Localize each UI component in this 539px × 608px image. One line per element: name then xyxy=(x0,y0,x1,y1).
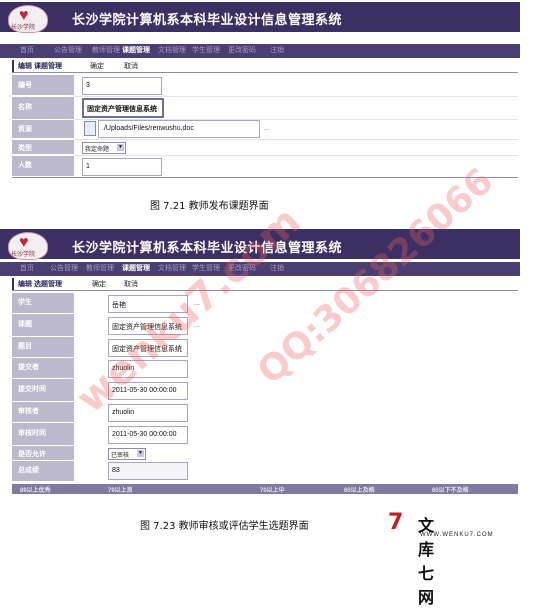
document-icon xyxy=(84,121,96,136)
field-label: 审核者 xyxy=(12,402,74,422)
grade-pass: 60以上及格 xyxy=(344,488,375,494)
school-logo: ♥ 长沙学院 xyxy=(8,232,48,260)
nav-item-notices[interactable]: 公告管理 xyxy=(54,45,82,55)
type-select[interactable]: 我定命题 ▼ xyxy=(82,142,126,154)
chevron-down-icon: ▼ xyxy=(117,144,124,151)
reviewer-input[interactable]: zhuolin xyxy=(108,404,188,422)
field-label: 编号 xyxy=(12,75,74,95)
toolbar-accent xyxy=(12,60,14,72)
field-label: 名称 xyxy=(12,97,74,119)
logo-text: 长沙学院 xyxy=(11,24,36,31)
field-label: 人数 xyxy=(12,156,74,176)
confirm-button[interactable]: 确定 xyxy=(90,61,104,71)
grade-fail: 60以下不及格 xyxy=(432,488,469,494)
brand-name: 文库七网 xyxy=(418,516,439,607)
grade-good: 79以上良 xyxy=(108,488,133,494)
main-nav: 首页 公告管理 教师管理 课题管理 文档管理 学生管理 更改密码 注销 xyxy=(0,44,520,58)
field-label: 提交时间 xyxy=(12,379,74,401)
watermark-qq: QQ:306826066 xyxy=(250,160,502,393)
toolbar: 编辑 课题管理 确定 取消 xyxy=(12,60,518,73)
field-label: 题目 xyxy=(12,337,74,357)
breadcrumb: 编辑 选题管理 xyxy=(18,281,62,288)
brand-mark: 7 xyxy=(388,510,404,535)
nav-item-teachers[interactable]: 教师管理 xyxy=(92,45,120,55)
grade-excellent: 89以上优秀 xyxy=(20,488,51,494)
nav-item-topics[interactable]: 课题管理 xyxy=(122,263,150,273)
cancel-button[interactable]: 取消 xyxy=(124,61,138,71)
form-bottom-border xyxy=(12,177,518,178)
nav-item-documents[interactable]: 文档管理 xyxy=(158,45,186,55)
field-label: 学生 xyxy=(12,293,74,313)
breadcrumb: 编辑 课题管理 xyxy=(18,63,62,70)
toolbar-accent xyxy=(12,278,14,290)
toolbar: 编辑 选题管理 确定 取消 xyxy=(12,278,518,291)
browse-button[interactable]: ... xyxy=(264,125,270,132)
field-label: 审核时间 xyxy=(12,423,74,445)
caption-figure-7-21: 图 7.21 教师发布课题界面 xyxy=(150,201,269,212)
field-label: 是否允许 xyxy=(12,446,74,460)
field-label: 总成绩 xyxy=(12,461,74,481)
approval-select[interactable]: 已审核 ▼ xyxy=(108,448,146,460)
app-title: 长沙学院计算机系本科毕业设计信息管理系统 xyxy=(72,241,343,256)
nav-item-password[interactable]: 更改密码 xyxy=(228,45,256,55)
review-time-input[interactable]: 2011-05-30 00:00:00 xyxy=(108,426,188,444)
chevron-down-icon: ▼ xyxy=(137,450,144,457)
nav-item-logout[interactable]: 注销 xyxy=(270,45,284,55)
row-divider xyxy=(74,155,518,156)
field-label: 提交者 xyxy=(12,358,74,378)
app-header: ♥ 长沙学院 长沙学院计算机系本科毕业设计信息管理系统 xyxy=(0,2,520,33)
nav-item-notices[interactable]: 公告管理 xyxy=(50,263,78,273)
nav-item-home[interactable]: 首页 xyxy=(20,45,34,55)
app-title: 长沙学院计算机系本科毕业设计信息管理系统 xyxy=(72,13,343,28)
field-label: 课题 xyxy=(12,314,74,336)
nav-item-topics[interactable]: 课题管理 xyxy=(122,45,150,55)
row-divider xyxy=(74,96,518,97)
field-label: 资源 xyxy=(12,120,74,138)
caption-figure-7-23: 图 7.23 教师审核或评估学生选题界面 xyxy=(140,521,309,532)
logo-text: 长沙学院 xyxy=(11,251,36,258)
nav-item-students[interactable]: 学生管理 xyxy=(192,45,220,55)
name-input[interactable]: 固定资产管理信息系统 xyxy=(82,98,164,118)
grade-scale-bar: 89以上优秀 79以上良 70以上中 60以上及格 60以下不及格 xyxy=(12,484,518,494)
nav-item-teachers[interactable]: 教师管理 xyxy=(86,263,114,273)
brand-url: WWW.WENKU7.COM xyxy=(420,532,494,538)
school-logo: ♥ 长沙学院 xyxy=(8,5,48,33)
cancel-button[interactable]: 取消 xyxy=(124,279,138,289)
count-input[interactable]: 1 xyxy=(82,158,162,176)
file-path-input[interactable]: ./Uploads/Files/renwushu.doc xyxy=(98,120,260,138)
score-input[interactable]: 83 xyxy=(108,462,188,480)
row-divider xyxy=(74,139,518,140)
nav-item-home[interactable]: 首页 xyxy=(20,263,34,273)
nav-item-documents[interactable]: 文档管理 xyxy=(158,263,186,273)
confirm-button[interactable]: 确定 xyxy=(92,279,106,289)
id-input[interactable]: 3 xyxy=(82,77,162,95)
grade-medium: 70以上中 xyxy=(260,488,285,494)
field-label: 类型 xyxy=(12,140,74,154)
